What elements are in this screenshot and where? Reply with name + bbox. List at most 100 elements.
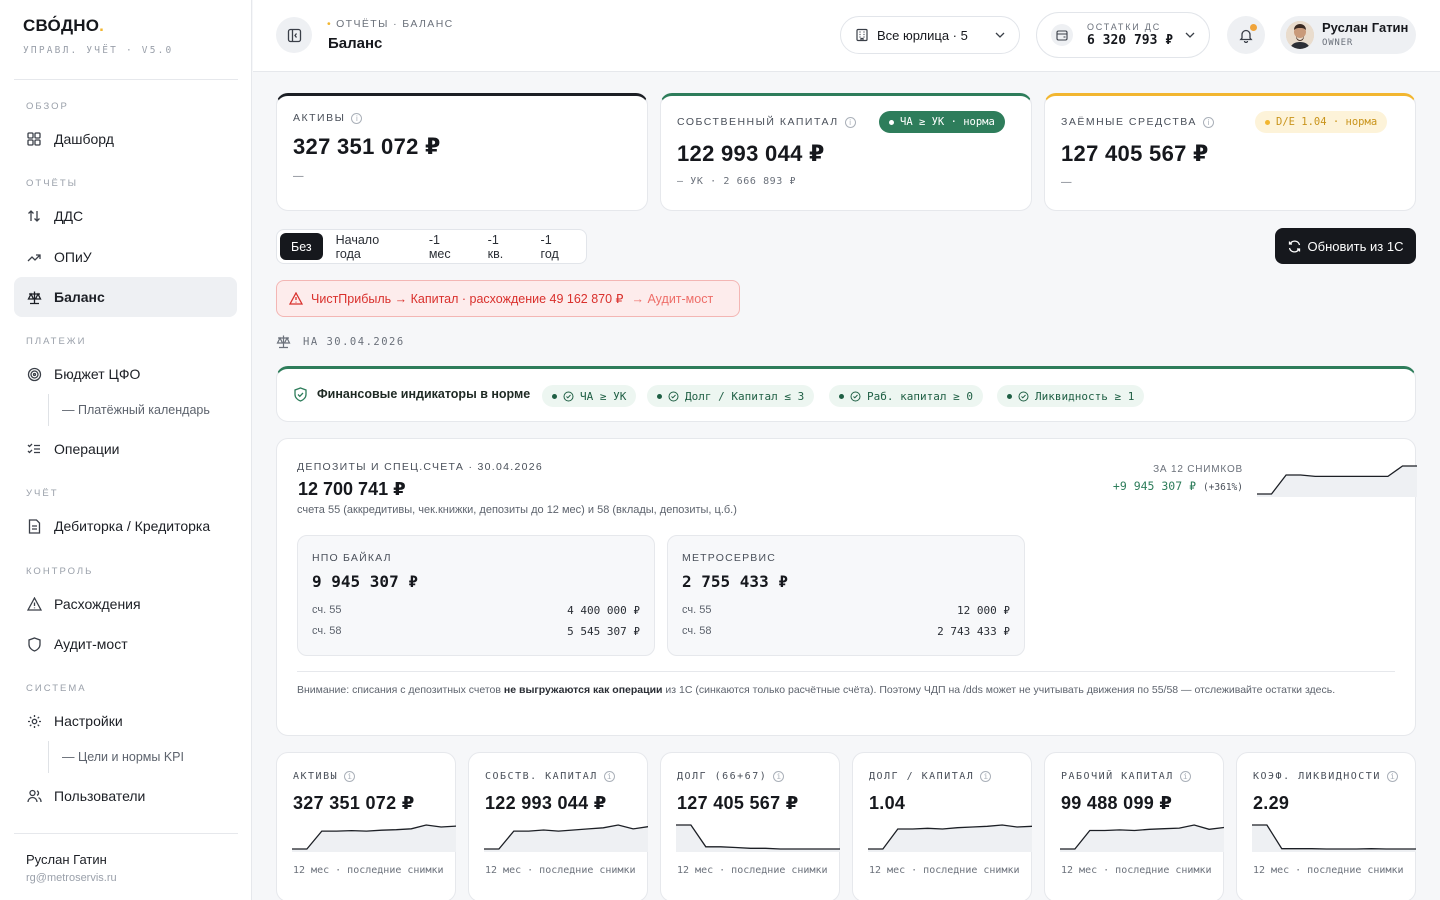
sidebar-item-settings[interactable]: Настройки <box>14 701 237 741</box>
chevron-down-icon <box>1185 32 1195 38</box>
info-icon[interactable]: i <box>980 771 992 782</box>
users-icon <box>26 788 42 804</box>
indicator-chip: Ликвидность ≥ 1 <box>997 385 1145 407</box>
period-option-none[interactable]: Без <box>280 233 323 260</box>
alert-link-audit-bridge[interactable]: → Аудит-мост <box>632 292 714 306</box>
refresh-label: Обновить из 1С <box>1307 238 1404 254</box>
check-circle-icon <box>668 391 679 402</box>
user-menu[interactable]: Руслан Гатин OWNER <box>1280 16 1416 54</box>
indicator-chip: ЧА ≥ УК <box>542 385 637 407</box>
info-icon[interactable]: i <box>1202 116 1214 128</box>
warning-icon <box>26 596 42 612</box>
sidebar-subitem-kpi-goals[interactable]: — Цели и нормы KPI <box>48 741 184 773</box>
kpi-card-assets: АКТИВЫ i 327 351 072 ₽ — <box>276 93 648 211</box>
mini-sparkline <box>868 824 1032 852</box>
kpi-label: РАБОЧИЙ КАПИТАЛ i <box>1061 771 1191 782</box>
sidebar-item-operations[interactable]: Операции <box>14 429 237 469</box>
refresh-icon <box>1288 239 1301 253</box>
brand-subtitle: УПРАВЛ. УЧЁТ · V5.0 <box>23 45 174 56</box>
sparkline-area <box>292 825 456 852</box>
check-circle-icon <box>563 391 574 402</box>
period-option-minus-month[interactable]: -1 мес <box>418 233 475 261</box>
alert-text: ЧистПрибыль → Капитал · расхождение 49 1… <box>311 292 624 306</box>
refresh-from-1c-button[interactable]: Обновить из 1С <box>1275 228 1416 264</box>
scales-icon <box>276 334 291 349</box>
kpi-label: ДОЛГ / КАПИТАЛ i <box>869 771 992 782</box>
sidebar-item-label: Дебиторка / Кредиторка <box>54 518 211 534</box>
deposits-note: Внимание: списания с депозитных счетов н… <box>297 684 1336 696</box>
kpi-subtext: — <box>293 170 305 182</box>
info-icon[interactable]: i <box>1179 771 1191 782</box>
info-icon[interactable]: i <box>844 116 856 128</box>
account-value: 4 400 000 ₽ <box>567 604 640 617</box>
mini-card-liquidity: КОЭФ. ЛИКВИДНОСТИ i 2.29 12 мес · последн… <box>1236 752 1416 900</box>
sidebar-item-pnl[interactable]: ОПиУ <box>14 237 237 277</box>
period-option-minus-quarter[interactable]: -1 кв. <box>477 233 528 261</box>
entity-selector[interactable]: Все юрлица · 5 <box>840 16 1020 54</box>
mini-sparkline <box>292 824 456 852</box>
mini-footnote: 12 мес · последние снимки <box>677 865 828 876</box>
arrows-updown-icon <box>26 208 42 224</box>
indicator-chip: Долг / Капитал ≤ 3 <box>647 385 815 407</box>
kpi-subtext: — УК · 2 666 893 ₽ <box>677 176 797 187</box>
mini-footnote: 12 мес · последние снимки <box>293 865 444 876</box>
sidebar-divider <box>14 833 238 834</box>
sidebar-item-label: ДДС <box>54 208 84 224</box>
mini-card-debt: ДОЛГ (66+67) i 127 405 567 ₽ 12 мес · пос… <box>660 752 840 900</box>
entity-name: НПО БАЙКАЛ <box>312 552 392 564</box>
sparkline-area <box>1252 825 1416 852</box>
kpi-value: 127 405 567 ₽ <box>1061 141 1209 166</box>
sparkline-area <box>484 825 648 852</box>
deposits-total: 12 700 741 ₽ <box>298 479 406 499</box>
sidebar-subitem-payment-calendar[interactable]: — Платёжный календарь <box>48 394 210 426</box>
wallet-icon <box>1051 24 1073 46</box>
sidebar-item-dds[interactable]: ДДС <box>14 196 237 236</box>
entity-name: МЕТРОСЕРВИС <box>682 552 777 564</box>
info-icon[interactable]: i <box>351 112 363 124</box>
entity-total: 9 945 307 ₽ <box>312 572 418 591</box>
section-system: СИСТЕМА <box>26 683 87 694</box>
sidebar-toggle-button[interactable] <box>276 17 312 53</box>
scales-icon <box>26 289 42 305</box>
avatar <box>1286 21 1314 49</box>
sidebar-item-discrepancies[interactable]: Расхождения <box>14 584 237 624</box>
mini-footnote: 12 мес · последние снимки <box>1253 865 1404 876</box>
sparkline-area <box>868 825 1032 852</box>
entity-selector-value: Все юрлица · 5 <box>877 27 968 43</box>
mini-card-debt-to-equity: ДОЛГ / КАПИТАЛ i 1.04 12 мес · последние … <box>852 752 1032 900</box>
period-option-minus-year[interactable]: -1 год <box>530 233 583 261</box>
period-option-year-start[interactable]: Начало года <box>325 233 416 261</box>
brand-logo[interactable]: СВО́ДНО. <box>23 16 104 36</box>
check-circle-icon <box>850 391 861 402</box>
info-icon[interactable]: i <box>344 771 356 782</box>
sidebar-item-users[interactable]: Пользователи <box>14 776 237 816</box>
sidebar-item-label: Операции <box>54 441 120 457</box>
sidebar-item-budget[interactable]: Бюджет ЦФО <box>14 354 237 394</box>
deposits-description: счета 55 (аккредитивы, чек.книжки, депоз… <box>297 504 737 516</box>
user-name: Руслан Гатин <box>1322 20 1409 35</box>
discrepancy-alert[interactable]: ЧистПрибыль → Капитал · расхождение 49 1… <box>276 280 740 317</box>
kpi-subtext: — <box>1061 176 1073 188</box>
sidebar-item-dashboard[interactable]: Дашборд <box>14 119 237 159</box>
section-payments: ПЛАТЕЖИ <box>26 336 87 347</box>
indicators-title: Финансовые индикаторы в норме <box>317 387 531 401</box>
cash-balance-selector[interactable]: ОСТАТКИ ДС 6 320 793 ₽ <box>1036 12 1210 58</box>
account-label: сч. 58 <box>312 625 342 637</box>
sidebar-user-name: Руслан Гатин <box>26 852 107 867</box>
warning-icon <box>289 292 303 305</box>
kpi-label: ЗАЁМНЫЕ СРЕДСТВА i <box>1061 116 1214 128</box>
info-icon[interactable]: i <box>1386 771 1398 782</box>
mini-footnote: 12 мес · последние снимки <box>869 865 1020 876</box>
info-icon[interactable]: i <box>773 771 785 782</box>
status-badge: ЧА ≥ УК · норма <box>879 111 1005 133</box>
sidebar-item-receivables[interactable]: Дебиторка / Кредиторка <box>14 506 237 546</box>
sidebar-item-balance[interactable]: Баланс <box>14 277 237 317</box>
notifications-button[interactable] <box>1227 16 1265 54</box>
mini-footnote: 12 мес · последние снимки <box>1061 865 1212 876</box>
gear-icon <box>26 713 42 729</box>
panel-icon <box>287 28 302 43</box>
sidebar-item-audit-bridge[interactable]: Аудит-мост <box>14 624 237 664</box>
deposits-card: ДЕПОЗИТЫ И СПЕЦ.СЧЕТА · 30.04.2026 12 70… <box>276 438 1417 736</box>
info-icon[interactable]: i <box>603 771 615 782</box>
kpi-label: КОЭФ. ЛИКВИДНОСТИ i <box>1253 771 1398 782</box>
